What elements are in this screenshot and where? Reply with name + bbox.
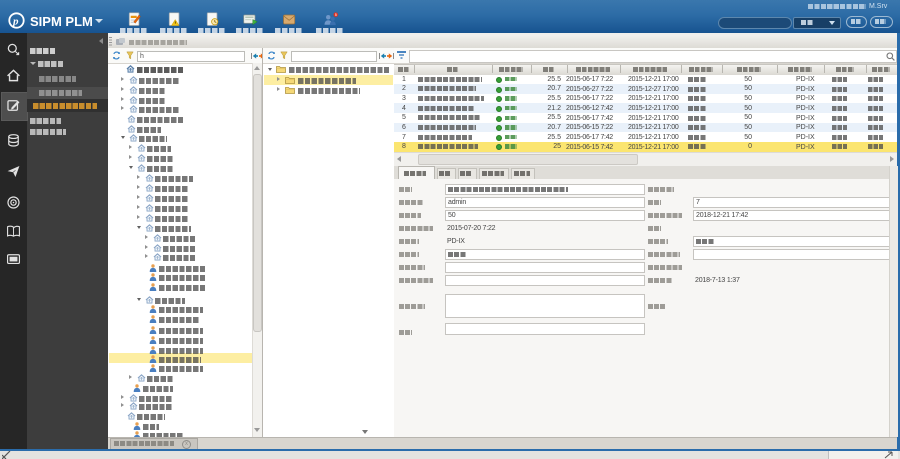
svg-text:5: 5 — [335, 13, 337, 17]
svg-text:p: p — [12, 16, 19, 28]
